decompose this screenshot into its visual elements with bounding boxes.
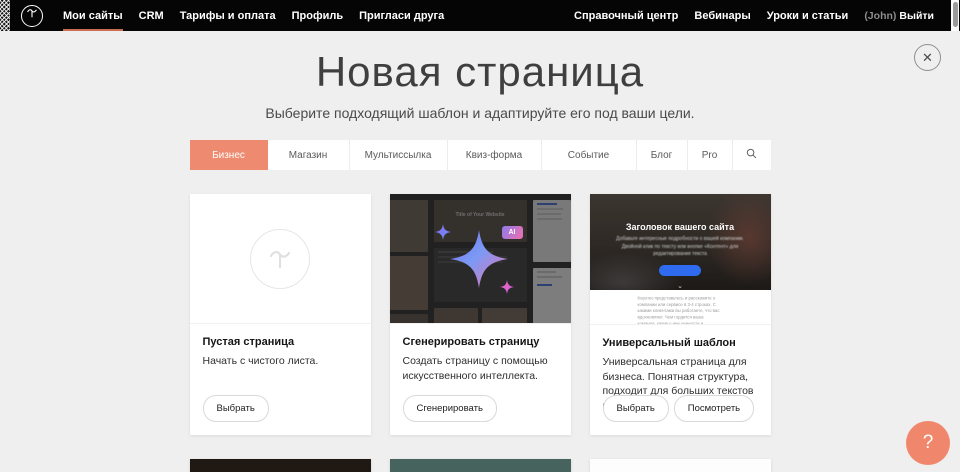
ai-preview: Title of Your Website xyxy=(390,194,571,324)
universal-template-preview: Заголовок вашего сайта Добавьте интересн… xyxy=(590,194,771,324)
tilda-watermark-icon xyxy=(250,229,310,289)
card-universal-template[interactable]: Заголовок вашего сайта Добавьте интересн… xyxy=(590,194,771,435)
card-description: Начать с чистого листа. xyxy=(203,354,358,369)
close-button[interactable]: ✕ xyxy=(914,44,941,71)
tilda-logo-icon xyxy=(25,6,39,25)
template-text-section: Коротко представьтесь и расскажите о ком… xyxy=(590,290,771,324)
nav-username: (John) xyxy=(864,10,896,22)
template-hero-subtext: Добавьте интересные подробности о вашей … xyxy=(610,236,750,259)
universal-card-actions: Выбрать Посмотреть xyxy=(603,395,755,422)
tilda-logo[interactable] xyxy=(21,5,43,27)
nav-item-my-sites[interactable]: Мои сайты xyxy=(63,0,123,31)
blank-page-card-body: Пустая страница Начать с чистого листа. xyxy=(190,324,371,381)
template-cards-row-2 xyxy=(190,459,771,472)
tab-quiz-form[interactable]: Квиз-форма xyxy=(448,140,542,170)
tab-pro[interactable]: Pro xyxy=(688,140,733,170)
page-scrollbar[interactable] xyxy=(951,0,959,31)
tab-shop[interactable]: Магазин xyxy=(268,140,350,170)
page-subtitle: Выберите подходящий шаблон и адаптируйте… xyxy=(190,105,771,121)
select-button[interactable]: Выбрать xyxy=(603,395,669,422)
card-generate-ai[interactable]: Title of Your Website xyxy=(390,194,571,435)
blank-page-preview xyxy=(190,194,371,324)
card-template-dark[interactable] xyxy=(190,459,371,472)
card-blank-page[interactable]: Пустая страница Начать с чистого листа. … xyxy=(190,194,371,435)
tab-search[interactable] xyxy=(733,140,771,170)
nav-item-invite-friend[interactable]: Пригласи друга xyxy=(359,0,444,31)
search-icon xyxy=(746,148,757,162)
nav-item-plans[interactable]: Тарифы и оплата xyxy=(180,0,276,31)
preview-button[interactable]: Посмотреть xyxy=(674,395,754,422)
ai-card-body: Сгенерировать страницу Создать страницу … xyxy=(390,324,571,395)
card-title: Пустая страница xyxy=(203,336,358,348)
template-hero: Заголовок вашего сайта Добавьте интересн… xyxy=(590,194,771,290)
tab-blog[interactable]: Блог xyxy=(637,140,688,170)
page-title: Новая страница xyxy=(190,48,771,96)
top-navigation: Мои сайты CRM Тарифы и оплата Профиль Пр… xyxy=(0,0,960,31)
select-button[interactable]: Выбрать xyxy=(203,395,269,422)
ai-badge: AI xyxy=(502,226,523,239)
nav-item-lessons[interactable]: Уроки и статьи xyxy=(767,0,849,31)
tilda-pattern-edge xyxy=(0,0,10,31)
scrollbar-thumb[interactable] xyxy=(953,2,958,27)
template-hero-button xyxy=(659,265,701,276)
chevron-down-icon: ⌄ xyxy=(677,285,683,289)
nav-logout-label: Выйти xyxy=(899,10,934,22)
nav-right-group: Справочный центр Вебинары Уроки и статьи… xyxy=(574,0,934,31)
nav-item-logout[interactable]: (John) Выйти xyxy=(864,0,934,31)
template-category-tabs: Бизнес Магазин Мультиссылка Квиз-форма С… xyxy=(190,140,771,170)
nav-item-webinars[interactable]: Вебинары xyxy=(694,0,750,31)
ai-card-actions: Сгенерировать xyxy=(403,395,497,422)
nav-item-help-center[interactable]: Справочный центр xyxy=(574,0,678,31)
blank-page-actions: Выбрать xyxy=(203,395,269,422)
card-template-teal[interactable] xyxy=(390,459,571,472)
help-button[interactable]: ? xyxy=(906,421,950,465)
sparkle-small-icon xyxy=(435,224,451,245)
card-description: Создать страницу с помощью искусственног… xyxy=(403,354,558,383)
generate-button[interactable]: Сгенерировать xyxy=(403,395,497,422)
card-title: Универсальный шаблон xyxy=(603,337,758,349)
template-body-text: Коротко представьтесь и расскажите о ком… xyxy=(638,296,723,316)
nav-item-profile[interactable]: Профиль xyxy=(292,0,343,31)
close-icon: ✕ xyxy=(922,50,933,65)
question-mark-icon: ? xyxy=(923,432,934,453)
template-cards-row: Пустая страница Начать с чистого листа. … xyxy=(190,194,771,435)
nav-item-crm[interactable]: CRM xyxy=(139,0,164,31)
tab-multilink[interactable]: Мультиссылка xyxy=(350,140,448,170)
template-hero-heading: Заголовок вашего сайта xyxy=(626,222,734,232)
tab-business[interactable]: Бизнес xyxy=(190,140,268,170)
tab-event[interactable]: Событие xyxy=(542,140,637,170)
card-title: Сгенерировать страницу xyxy=(403,336,558,348)
nav-left-group: Мои сайты CRM Тарифы и оплата Профиль Пр… xyxy=(63,0,444,31)
sparkle-pink-icon xyxy=(500,280,514,299)
main-content: Новая страница Выберите подходящий шабло… xyxy=(190,48,771,472)
card-template-light[interactable] xyxy=(590,459,771,472)
